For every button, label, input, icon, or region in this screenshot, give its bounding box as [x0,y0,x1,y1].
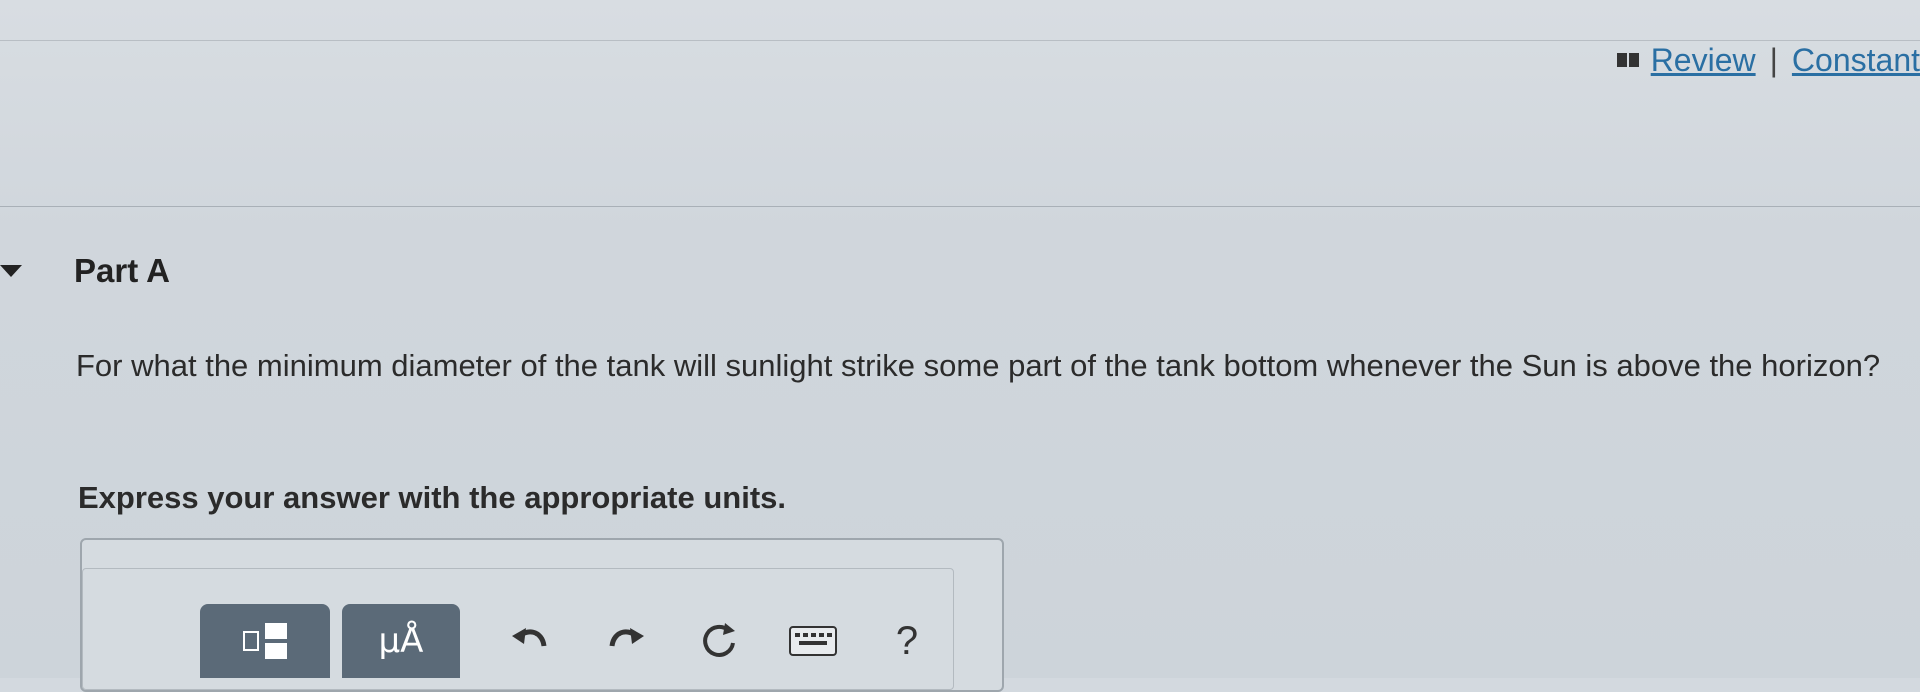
section-divider [0,206,1920,207]
caret-down-icon[interactable] [0,265,22,277]
question-text: For what the minimum diameter of the tan… [76,348,1881,383]
math-toolbar: μÅ ? [200,604,942,678]
link-separator: | [1769,41,1778,78]
units-icon: μÅ [378,621,424,661]
units-button[interactable]: μÅ [342,604,460,678]
book-icon [1616,53,1639,67]
redo-icon [609,628,644,647]
templates-icon [243,623,287,659]
help-button[interactable]: ? [872,604,942,678]
redo-button[interactable] [590,604,660,678]
keyboard-icon [789,626,837,656]
reset-icon [703,623,735,657]
keyboard-button[interactable] [778,604,848,678]
constants-link[interactable]: Constant [1792,42,1920,79]
part-header[interactable]: Part A [0,252,170,290]
templates-button[interactable] [200,604,330,678]
page: Review | Constant Part A For what the mi… [0,0,1920,692]
header-links: Review | Constant [1616,40,1920,80]
reset-button[interactable] [684,604,754,678]
review-link[interactable]: Review [1651,42,1756,79]
undo-button[interactable] [496,604,566,678]
help-icon: ? [895,618,919,663]
answer-instruction: Express your answer with the appropriate… [78,480,787,515]
part-title: Part A [74,252,170,289]
undo-icon [512,628,547,647]
